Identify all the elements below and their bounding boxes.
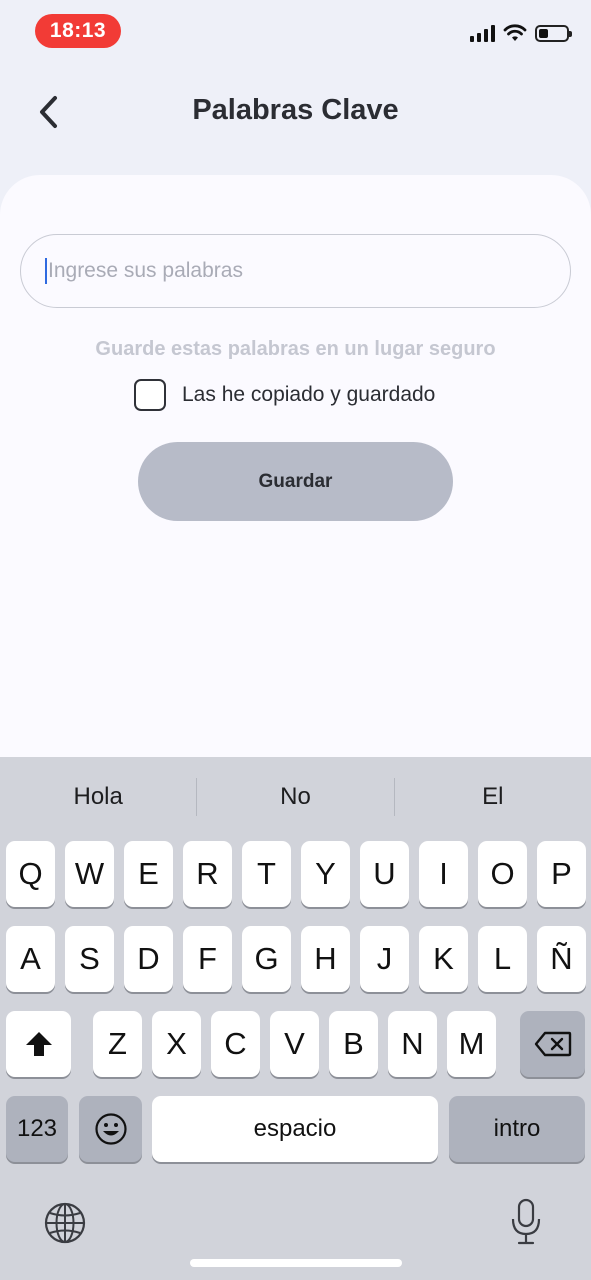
key-y[interactable]: Y [301,841,350,907]
numbers-key[interactable]: 123 [6,1096,68,1162]
suggestion-3[interactable]: El [395,783,591,811]
status-icons [470,24,572,42]
key-l[interactable]: L [478,926,527,992]
key-o[interactable]: O [478,841,527,907]
cellular-signal-icon [470,24,495,42]
form-card: Ingrese sus palabras Guarde estas palabr… [0,175,591,775]
key-g[interactable]: G [242,926,291,992]
key-a[interactable]: A [6,926,55,992]
key-r[interactable]: R [183,841,232,907]
header: Palabras Clave [0,80,591,144]
key-v[interactable]: V [270,1011,319,1077]
return-key[interactable]: intro [449,1096,585,1162]
key-d[interactable]: D [124,926,173,992]
emoji-key[interactable] [79,1096,142,1162]
key-h[interactable]: H [301,926,350,992]
confirm-checkbox-label[interactable]: Las he copiado y guardado [182,383,435,407]
key-enye[interactable]: Ñ [537,926,586,992]
key-t[interactable]: T [242,841,291,907]
status-time: 18:13 [35,14,121,48]
key-p[interactable]: P [537,841,586,907]
keyboard: Hola No El Q W E R T Y U I O P A S D F G… [0,757,591,1280]
key-c[interactable]: C [211,1011,260,1077]
globe-icon[interactable] [43,1201,87,1245]
key-q[interactable]: Q [6,841,55,907]
backspace-icon [534,1031,571,1057]
backspace-key[interactable] [520,1011,585,1077]
security-hint: Guarde estas palabras en un lugar seguro [95,338,496,360]
key-m[interactable]: M [447,1011,496,1077]
battery-icon [535,24,572,42]
key-f[interactable]: F [183,926,232,992]
suggestion-2[interactable]: No [197,783,393,811]
microphone-icon[interactable] [508,1197,544,1247]
keywords-input[interactable]: Ingrese sus palabras [20,234,571,308]
key-b[interactable]: B [329,1011,378,1077]
keywords-input-placeholder: Ingrese sus palabras [48,259,243,282]
page-title: Palabras Clave [192,94,399,126]
key-k[interactable]: K [419,926,468,992]
home-indicator [190,1259,402,1267]
key-u[interactable]: U [360,841,409,907]
key-w[interactable]: W [65,841,114,907]
key-x[interactable]: X [152,1011,201,1077]
save-button[interactable]: Guardar [138,442,453,521]
wifi-icon [503,24,527,41]
key-e[interactable]: E [124,841,173,907]
text-caret [45,258,47,284]
confirm-checkbox[interactable] [134,379,166,411]
key-n[interactable]: N [388,1011,437,1077]
key-s[interactable]: S [65,926,114,992]
key-z[interactable]: Z [93,1011,142,1077]
suggestion-bar: Hola No El [0,757,591,837]
key-j[interactable]: J [360,926,409,992]
suggestion-1[interactable]: Hola [0,783,196,811]
shift-key[interactable] [6,1011,71,1077]
shift-icon [25,1032,52,1056]
emoji-icon [94,1113,127,1145]
confirm-checkbox-row[interactable]: Las he copiado y guardado [134,379,435,411]
status-bar: 18:13 [0,0,591,64]
key-i[interactable]: I [419,841,468,907]
space-key[interactable]: espacio [152,1096,438,1162]
